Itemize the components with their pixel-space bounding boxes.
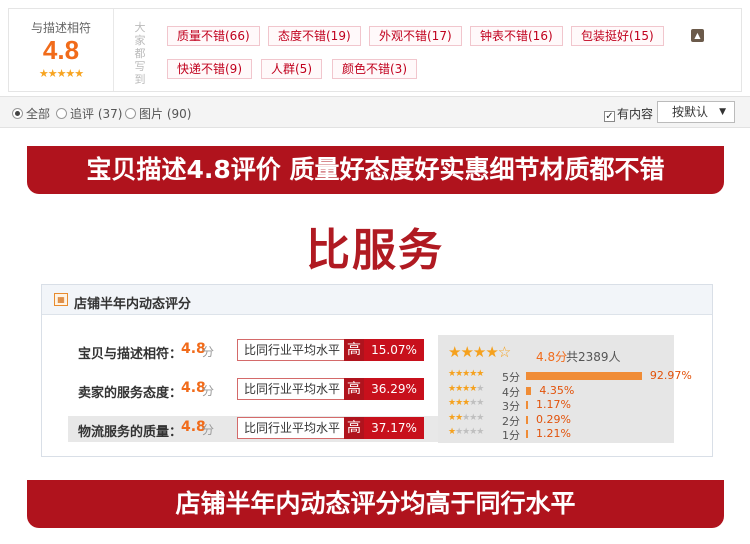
radio-icon	[56, 108, 67, 119]
score-distribution: ★★★★☆ 4.8分 共2389人 ★★★★★ 5分 92.97% ★★★★★ 4分 4.…	[438, 335, 692, 443]
score-value: 4.8	[42, 35, 80, 65]
radio-icon	[125, 108, 136, 119]
row-label: 卖家的服务态度：	[78, 386, 183, 401]
high-label: 高	[344, 417, 364, 439]
level-bar	[526, 430, 528, 438]
level-bar	[526, 415, 528, 424]
mini-stars-icon: ★★★★★	[448, 383, 484, 394]
row-label: 宝贝与描述相符：	[78, 347, 183, 362]
level-percent: 1.21%	[536, 427, 571, 440]
mini-stars-icon: ★★★★★	[448, 427, 484, 437]
chevron-up-icon[interactable]: ▲	[691, 29, 704, 42]
rating-row-service: 卖家的服务态度： 4.8 分 比同行业平均水平 高 36.29%	[68, 377, 451, 403]
mini-stars-icon: ★★★★★	[448, 412, 484, 423]
level-percent: 92.97%	[649, 369, 692, 382]
review-tag[interactable]: 外观不错(17)	[369, 26, 462, 46]
rating-row-logistics: 物流服务的质量： 4.8 分 比同行业平均水平 高 37.17%	[68, 416, 451, 442]
level-bar	[526, 372, 642, 380]
bottom-banner: 店铺半年内动态评分均高于同行水平	[27, 480, 724, 528]
compare-percent: 37.17%	[364, 417, 424, 439]
radio-selected-icon	[12, 108, 23, 119]
rating-summary-box: 与描述相符 4.8 ★★★★★ 大家都写到 质量不错(66) 态度不错(19) …	[8, 8, 742, 92]
row-unit: 分	[202, 423, 215, 437]
mini-stars-icon: ★★★★★	[448, 398, 484, 408]
compare-percent: 15.07%	[364, 339, 424, 361]
filter-followup-radio[interactable]: 追评 (37)	[56, 105, 122, 122]
filter-all-radio[interactable]: 全部	[12, 105, 50, 122]
tags-vertical-label: 大家都写到	[134, 21, 146, 86]
shop-rating-header: ▦ 店铺半年内动态评分	[42, 285, 712, 315]
rating-row-description: 宝贝与描述相符： 4.8 分 比同行业平均水平 高 15.07%	[68, 338, 451, 364]
sort-dropdown[interactable]: 按默认 ▼	[657, 101, 735, 123]
shop-rating-panel: ▦ 店铺半年内动态评分 宝贝与描述相符： 4.8 分 比同行业平均水平 高 15…	[41, 284, 713, 457]
level-percent: 0.29%	[536, 412, 571, 426]
level-percent: 1.17%	[536, 398, 571, 411]
high-label: 高	[344, 378, 364, 400]
distribution-score: 4.8分	[536, 350, 568, 364]
level-bar	[526, 401, 528, 409]
row-label: 物流服务的质量：	[78, 425, 183, 440]
shop-rating-title: 店铺半年内动态评分	[74, 297, 192, 312]
score-stars-icon: ★★★★★	[38, 67, 84, 80]
distribution-stars-icon: ★★★★☆	[448, 343, 511, 361]
compare-label: 比同行业平均水平	[237, 378, 345, 400]
level-percent: 4.35%	[539, 383, 575, 397]
mini-stars-icon: ★★★★★	[448, 369, 484, 379]
review-tag[interactable]: 钟表不错(16)	[470, 26, 563, 46]
review-tag[interactable]: 快递不错(9)	[167, 59, 252, 79]
row-unit: 分	[202, 345, 215, 359]
review-filter-bar: 全部 追评 (37) 图片 (90) ✓ 有内容 按默认 ▼	[0, 96, 750, 128]
level-label: 1分	[502, 429, 520, 442]
level-bar	[526, 386, 532, 395]
calendar-icon: ▦	[54, 293, 68, 306]
row-unit: 分	[202, 384, 215, 398]
distribution-total: 共2389人	[566, 350, 621, 364]
checkmark-icon: ✓	[604, 111, 615, 122]
headline-title: 比服务	[306, 225, 444, 276]
high-label: 高	[344, 339, 364, 361]
has-content-checkbox[interactable]: ✓ 有内容	[604, 105, 653, 122]
compare-percent: 36.29%	[364, 378, 424, 400]
review-tag[interactable]: 包装挺好(15)	[571, 26, 664, 46]
review-tag[interactable]: 人群(5)	[261, 59, 322, 79]
review-tag[interactable]: 态度不错(19)	[268, 26, 361, 46]
score-column: 与描述相符 4.8 ★★★★★	[9, 9, 114, 91]
score-label: 与描述相符	[30, 21, 91, 35]
compare-label: 比同行业平均水平	[237, 339, 345, 361]
compare-label: 比同行业平均水平	[237, 417, 345, 439]
review-tag[interactable]: 颜色不错(3)	[332, 59, 417, 79]
chevron-down-icon: ▼	[719, 107, 726, 117]
filter-images-radio[interactable]: 图片 (90)	[125, 105, 191, 122]
review-tag[interactable]: 质量不错(66)	[167, 26, 260, 46]
top-banner: 宝贝描述4.8评价 质量好态度好实惠细节材质都不错	[27, 146, 724, 194]
